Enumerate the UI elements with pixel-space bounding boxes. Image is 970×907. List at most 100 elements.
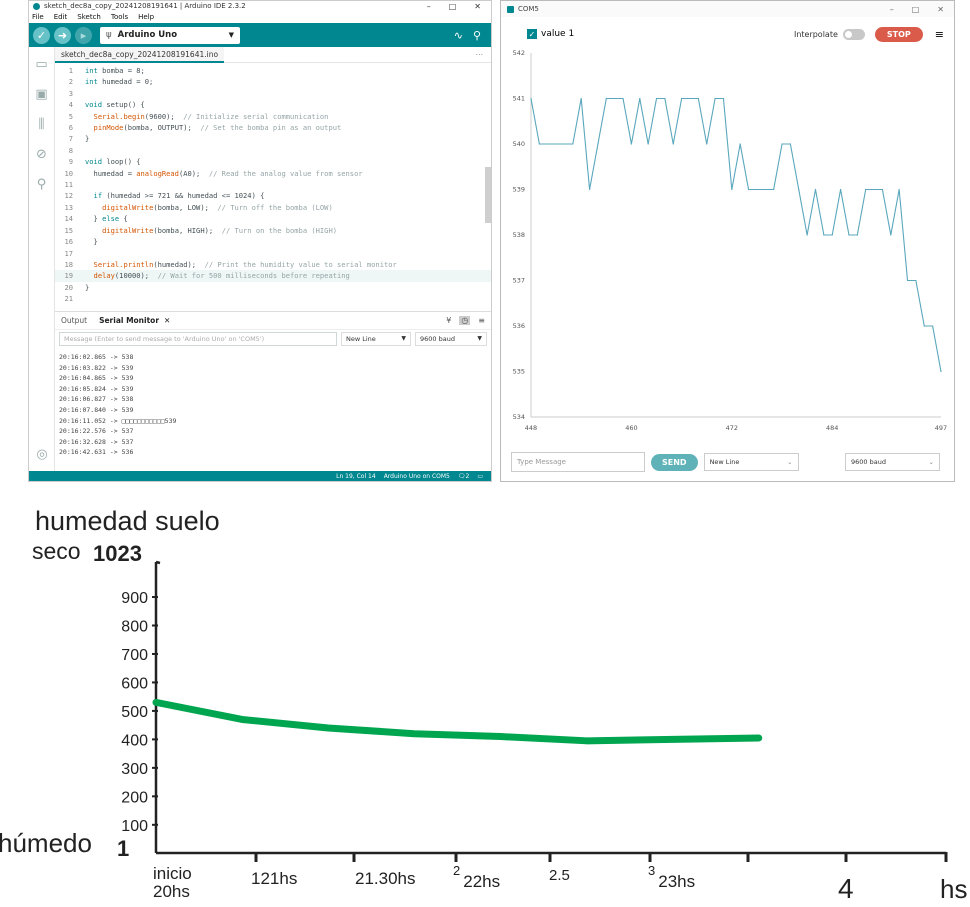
tab-serial-monitor[interactable]: Serial Monitor ✕ [99, 316, 170, 325]
plot-x-tick-label: 497 [935, 424, 947, 432]
search-icon[interactable]: ⚲ [29, 169, 54, 199]
plot-data-point [848, 234, 850, 236]
code-text[interactable]: int bomba = 8; [85, 65, 145, 76]
code-line[interactable]: 18 Serial.println(humedad); // Print the… [55, 259, 491, 270]
code-text[interactable]: digitalWrite(bomba, LOW); // Turn off th… [85, 202, 333, 213]
plot-data-point [722, 97, 725, 100]
code-line[interactable]: 20} [55, 282, 491, 293]
menu-edit[interactable]: Edit [54, 13, 68, 21]
code-line[interactable]: 6 pinMode(bomba, OUTPUT); // Set the bom… [55, 122, 491, 133]
serial-message-input[interactable]: Message (Enter to send message to 'Ardui… [59, 332, 337, 346]
menu-file[interactable]: File [32, 13, 44, 21]
sketchbook-icon[interactable]: ▭ [29, 49, 54, 79]
chevron-down-icon: ▼ [228, 31, 234, 39]
code-line[interactable]: 5 Serial.begin(9600); // Initialize seri… [55, 111, 491, 122]
chevron-down-icon: ▼ [477, 335, 482, 342]
code-line[interactable]: 4 void setup() { [55, 99, 491, 110]
code-text[interactable]: humedad = analogRead(A0); // Read the an… [85, 168, 363, 179]
code-line[interactable]: 17 [55, 248, 491, 259]
code-text[interactable]: digitalWrite(bomba, HIGH); // Turn on th… [85, 225, 337, 236]
sketch-y-tick-label: 200 [121, 789, 148, 806]
code-text[interactable]: pinMode(bomba, OUTPUT); // Set the bomba… [85, 122, 342, 133]
series-checkbox[interactable]: ✓ [527, 29, 537, 39]
menu-help[interactable]: Help [138, 13, 154, 21]
interpolate-toggle[interactable] [842, 28, 865, 40]
code-line[interactable]: 16 } [55, 236, 491, 247]
stop-button[interactable]: STOP [874, 26, 923, 42]
board-selector[interactable]: ψ Arduino Uno ▼ [100, 26, 240, 44]
code-line[interactable]: 21 [55, 293, 491, 304]
plotter-baud-select[interactable]: 9600 baud ⌄ [845, 453, 940, 471]
code-text[interactable]: } else { [85, 213, 128, 224]
serial-line: 20:16:22.576 -> 537 [59, 427, 134, 436]
baud-select[interactable]: 9600 baud ▼ [415, 332, 487, 346]
code-editor[interactable]: sketch_dec8a_copy_20241208191641.ino ⋯ 1… [55, 46, 492, 311]
debug-icon[interactable]: ▸ [75, 26, 92, 44]
code-line[interactable]: 7} [55, 133, 491, 144]
notifications-icon[interactable]: 🗨2 [458, 473, 469, 480]
code-line[interactable]: 14 } else { [55, 213, 491, 224]
code-line[interactable]: 8 [55, 145, 491, 156]
verify-icon[interactable]: ✓ [33, 26, 50, 44]
timestamp-icon[interactable]: ◷ [459, 316, 471, 325]
boards-manager-icon[interactable]: ▣ [29, 79, 54, 109]
code-line[interactable]: 1 int bomba = 8; [55, 65, 491, 76]
tab-output[interactable]: Output [61, 316, 87, 325]
code-lines[interactable]: 1 int bomba = 8; 2 int humedad = 0; 3 4 void s… [55, 63, 491, 305]
code-line[interactable]: 11 [55, 179, 491, 190]
plot-data-point [597, 143, 599, 145]
close-icon[interactable]: ✕ [937, 5, 944, 14]
close-tab-icon[interactable]: ✕ [164, 316, 170, 325]
debug-panel-icon[interactable]: ⊘ [29, 139, 54, 169]
serial-line: 20:16:04.865 -> 539 [59, 374, 134, 383]
code-line[interactable]: 13 digitalWrite(bomba, LOW); // Turn off… [55, 202, 491, 213]
code-text[interactable]: } [85, 236, 98, 247]
minimize-icon[interactable]: – [427, 2, 431, 11]
file-tab[interactable]: sketch_dec8a_copy_20241208191641.ino [55, 46, 225, 63]
code-line[interactable]: 10 humedad = analogRead(A0); // Read the… [55, 168, 491, 179]
code-line[interactable]: 9 void loop() { [55, 156, 491, 167]
upload-icon[interactable]: ➜ [54, 26, 71, 44]
code-text[interactable]: void setup() { [85, 99, 145, 110]
line-ending-select[interactable]: New Line ▼ [341, 332, 411, 346]
plot-data-point [706, 143, 708, 145]
code-text[interactable]: int humedad = 0; [85, 76, 153, 87]
maximize-icon[interactable]: □ [912, 5, 920, 14]
more-icon[interactable]: ⋯ [476, 50, 492, 59]
account-icon[interactable]: ◎ [29, 439, 55, 469]
code-line[interactable]: 3 [55, 88, 491, 99]
code-text[interactable]: } [85, 133, 89, 144]
send-button[interactable]: SEND [651, 453, 698, 471]
code-text[interactable]: void loop() { [85, 156, 141, 167]
plotter-message-input[interactable]: Type Message [511, 452, 645, 472]
menu-tools[interactable]: Tools [111, 13, 128, 21]
line-number: 20 [64, 282, 73, 292]
panel-toggle-icon[interactable]: ▭ [477, 473, 483, 480]
code-text[interactable]: delay(10000); // Wait for 500 millisecon… [85, 270, 350, 281]
plot-data-point [530, 97, 532, 100]
code-line[interactable]: 15 digitalWrite(bomba, HIGH); // Turn on… [55, 225, 491, 236]
library-manager-icon[interactable]: ⫼ [29, 109, 54, 139]
code-text[interactable]: Serial.println(humedad); // Print the hu… [85, 259, 397, 270]
maximize-icon[interactable]: □ [449, 2, 457, 11]
serial-monitor-icon[interactable]: ⚲ [473, 29, 481, 42]
menu-sketch[interactable]: Sketch [77, 13, 101, 21]
code-line[interactable]: 12 if (humedad >= 721 && humedad <= 1024… [55, 190, 491, 201]
serial-plotter-icon[interactable]: ∿ [454, 29, 463, 42]
sketch-y-tick-label: 400 [121, 732, 148, 749]
clear-menu-icon[interactable]: ≡ [935, 28, 944, 41]
autoscroll-icon[interactable]: ¥ [446, 316, 451, 325]
editor-scrollbar[interactable] [485, 167, 491, 223]
minimize-icon[interactable]: – [890, 5, 894, 14]
code-text[interactable]: } [85, 282, 89, 293]
code-text[interactable]: Serial.begin(9600); // Initialize serial… [85, 111, 329, 122]
code-line[interactable]: 19 delay(10000); // Wait for 500 millise… [55, 270, 491, 282]
plotter-line-ending-select[interactable]: New Line ⌄ [703, 453, 799, 471]
serial-input-row: Message (Enter to send message to 'Ardui… [55, 330, 491, 348]
close-icon[interactable]: ✕ [474, 2, 481, 11]
clear-output-icon[interactable]: ≡ [478, 316, 485, 325]
line-ending-value: New Line [346, 335, 376, 343]
plotter-window-title: COM5 [518, 5, 539, 13]
code-text[interactable]: if (humedad >= 721 && humedad <= 1024) { [85, 190, 265, 201]
code-line[interactable]: 2 int humedad = 0; [55, 76, 491, 87]
